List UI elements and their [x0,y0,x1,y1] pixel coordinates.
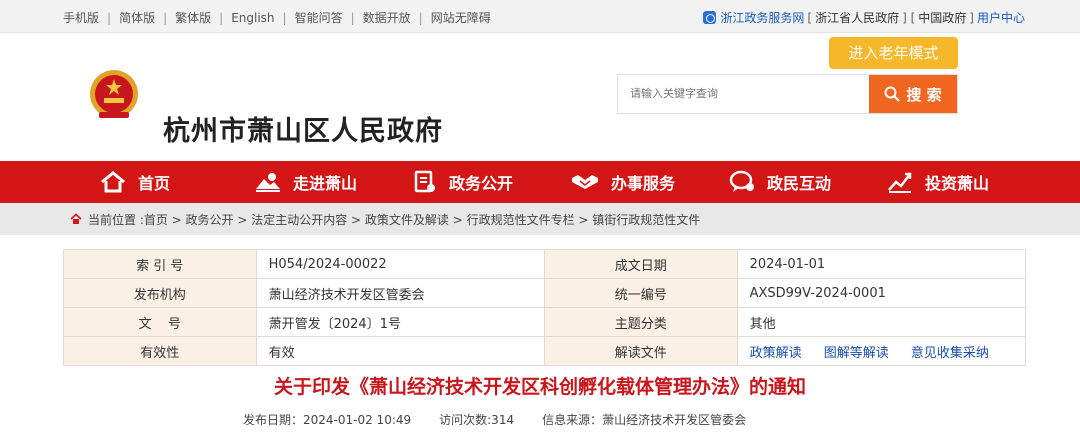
top-right-links: 浙江政务服务网 [ 浙江省人民政府 ] [ 中国政府 ] 用户中心 [703,9,1025,26]
article-meta: 发布日期：2024-01-02 10:49 访问次数:314 信息来源：萧山经济… [243,411,746,428]
table-row: 文 号 萧开管发〔2024〕1号 主题分类 其他 [63,307,1027,337]
link-zj-service[interactable]: 浙江政务服务网 [720,9,804,26]
nav-label: 办事服务 [611,174,676,193]
home-icon [70,213,82,224]
link-policy-interpretation[interactable]: 政策解读 [750,346,802,361]
search-button-label: 搜 索 [906,85,942,104]
link-simplified[interactable]: 简体版 [119,9,155,26]
link-user-center[interactable]: 用户中心 [977,9,1025,26]
table-row: 有效性 有效 解读文件 政策解读 图解等解读 意见收集采纳 [63,336,1027,366]
nav-label: 政民互动 [767,174,832,193]
link-open-data[interactable]: 数据开放 [363,9,411,26]
elder-mode-button[interactable]: 进入老年模式 [829,37,958,69]
value-validity: 有效 [255,336,546,366]
top-utility-bar: 手机版 | 简体版 | 繁体版 | English | 智能问答 | 数据开放 | 网站无障… [0,0,1080,33]
value-written-date: 2024-01-01 [736,249,1027,279]
label-doc-no: 文 号 [63,307,257,337]
label-interpretation: 解读文件 [544,336,738,366]
nav-item-invest[interactable]: 投资萧山 [887,161,1037,203]
site-title[interactable]: 杭州市萧山区人民政府 [163,109,443,148]
value-index-no: H054/2024-00022 [255,249,546,279]
value-topic: 其他 [736,307,1027,337]
document-icon [414,170,435,193]
link-mobile[interactable]: 手机版 [63,9,99,26]
table-row: 发布机构 萧山经济技术开发区管委会 统一编号 AXSD99V-2024-0001 [63,278,1027,308]
main-nav: 首页 走进萧山 政务公开 办事服务 政民互动 投资萧山 [0,161,1080,203]
nav-item-interaction[interactable]: 政民互动 [729,161,887,203]
label-publisher: 发布机构 [63,278,257,308]
visit-count: 访问次数:314 [439,413,515,427]
value-unified-no: AXSD99V-2024-0001 [736,278,1027,308]
search-input[interactable] [618,75,869,113]
nav-item-home[interactable]: 首页 [100,161,255,203]
label-validity: 有效性 [63,336,257,366]
home-icon [101,171,125,193]
nav-item-services[interactable]: 办事服务 [571,161,729,203]
publish-date: 发布日期：2024-01-02 10:49 [243,413,412,427]
link-english[interactable]: English [231,11,274,25]
site-header: 杭州市萧山区人民政府 进入老年模式 搜 索 [0,33,1080,161]
nav-item-about[interactable]: 走进萧山 [255,161,413,203]
value-interpretation-links: 政策解读 图解等解读 意见收集采纳 [736,336,1027,366]
breadcrumb: 当前位置 :首页 > 政务公开 > 法定主动公开内容 > 政策文件及解读 > 行… [0,203,1080,235]
article-title: 关于印发《萧山经济技术开发区科创孵化载体管理办法》的通知 [273,376,806,398]
chat-icon [729,170,754,192]
national-emblem-icon [90,70,138,118]
label-written-date: 成文日期 [544,249,738,279]
link-graphic-interpretation[interactable]: 图解等解读 [824,346,889,361]
label-index-no: 索 引 号 [63,249,257,279]
landscape-icon [256,173,280,192]
link-accessibility[interactable]: 网站无障碍 [431,9,491,26]
search-button[interactable]: 搜 索 [869,75,957,113]
chart-icon [888,172,912,193]
bracket: ] [969,10,974,25]
nav-label: 走进萧山 [293,174,358,193]
label-unified-no: 统一编号 [544,278,738,308]
nav-label: 政务公开 [449,174,514,193]
document-info-table: 索 引 号 H054/2024-00022 成文日期 2024-01-01 发布… [63,249,1027,366]
label-topic: 主题分类 [544,307,738,337]
link-smart-qa[interactable]: 智能问答 [295,9,343,26]
nav-label: 投资萧山 [925,174,990,193]
info-source: 信息来源：萧山经济技术开发区管委会 [542,413,747,427]
top-links: 手机版 | 简体版 | 繁体版 | English | 智能问答 | 数据开放 | 网站无障… [63,9,491,26]
value-doc-no: 萧开管发〔2024〕1号 [255,307,546,337]
link-traditional[interactable]: 繁体版 [175,9,211,26]
value-publisher: 萧山经济技术开发区管委会 [255,278,546,308]
search-icon [884,86,901,102]
link-cn-gov[interactable]: 中国政府 [918,9,966,26]
zhejiang-gov-icon [703,11,717,24]
table-row: 索 引 号 H054/2024-00022 成文日期 2024-01-01 [63,249,1027,279]
link-zj-gov[interactable]: 浙江省人民政府 [815,9,899,26]
bracket: ] [ [902,10,916,25]
handshake-icon [572,175,598,189]
nav-item-gov-open[interactable]: 政务公开 [413,161,571,203]
search-bar: 搜 索 [617,74,958,114]
breadcrumb-path[interactable]: 当前位置 :首页 > 政务公开 > 法定主动公开内容 > 政策文件及解读 > 行… [88,211,700,228]
nav-label: 首页 [138,174,171,193]
bracket: [ [807,10,813,25]
link-opinion-adoption[interactable]: 意见收集采纳 [911,346,989,361]
